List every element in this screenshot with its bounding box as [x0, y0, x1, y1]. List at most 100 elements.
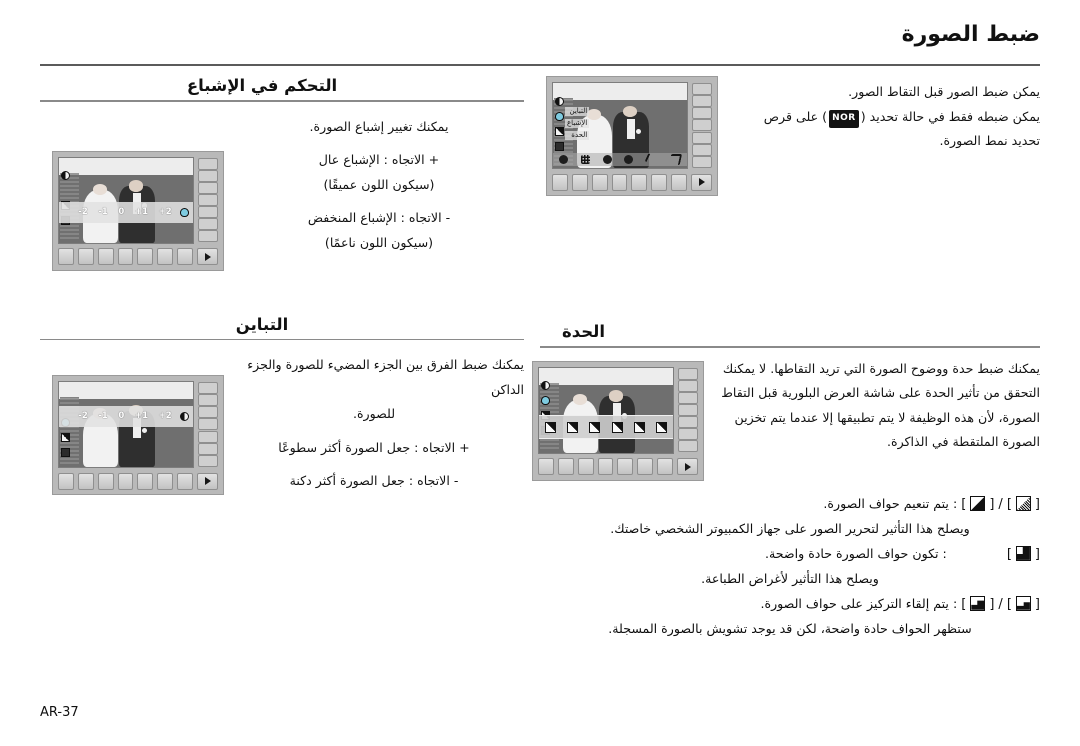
scale-value[interactable]: +1 [135, 411, 148, 421]
camera-side-buttons[interactable] [692, 82, 712, 169]
camera-side-buttons[interactable] [198, 157, 218, 244]
side-button[interactable] [692, 95, 712, 108]
flash-tab-icon[interactable] [624, 155, 634, 164]
menu-item-sharpness[interactable]: الحدة [565, 130, 590, 140]
bottom-button[interactable] [137, 248, 154, 265]
bottom-button[interactable] [557, 458, 574, 475]
bottom-button[interactable] [552, 173, 568, 191]
bottom-button[interactable] [97, 472, 114, 490]
bottom-button[interactable] [637, 458, 654, 475]
side-button[interactable] [692, 143, 712, 156]
sharpness-option-icon[interactable] [611, 421, 623, 433]
sharpness-icon[interactable] [555, 126, 564, 136]
side-button[interactable] [678, 403, 698, 416]
bottom-button[interactable] [157, 472, 174, 490]
bottom-button[interactable] [671, 173, 688, 191]
sharpness-option-icon[interactable] [544, 421, 556, 433]
side-button[interactable] [198, 181, 218, 194]
bottom-button[interactable] [657, 458, 674, 475]
side-button[interactable] [198, 406, 218, 419]
contrast-icon[interactable] [541, 381, 550, 391]
effect-tab-icon[interactable] [644, 153, 659, 166]
bottom-button[interactable] [77, 248, 94, 265]
side-button[interactable] [678, 367, 698, 380]
side-button[interactable] [198, 169, 218, 182]
side-button[interactable] [198, 442, 218, 455]
scale-value[interactable]: +1 [135, 207, 148, 217]
sharpness-option-icon[interactable] [633, 421, 645, 433]
bottom-button[interactable] [117, 248, 134, 265]
side-button[interactable] [198, 157, 218, 170]
contrast-value-bar[interactable]: -2 -1 0 +1 +2 [59, 405, 193, 427]
play-button[interactable] [677, 458, 698, 475]
side-button[interactable] [678, 391, 698, 404]
bottom-button-row[interactable] [552, 173, 688, 191]
side-button[interactable] [198, 382, 218, 394]
scale-value[interactable]: 0 [118, 411, 124, 421]
scale-value[interactable]: -2 [78, 207, 87, 217]
bottom-button-row[interactable] [58, 248, 194, 265]
contrast-icon[interactable] [555, 96, 564, 106]
sharpness-icon[interactable] [61, 432, 70, 442]
bottom-button[interactable] [611, 173, 628, 191]
saturation-icon[interactable] [555, 111, 564, 121]
bottom-button[interactable] [538, 458, 554, 475]
bottom-button[interactable] [157, 248, 174, 265]
scene-icon[interactable] [61, 447, 70, 457]
side-button[interactable] [198, 218, 218, 231]
bottom-button[interactable] [117, 472, 134, 490]
scale-value[interactable]: -2 [78, 411, 87, 421]
bottom-button-row[interactable] [58, 472, 194, 490]
side-button[interactable] [198, 418, 218, 431]
camera-side-buttons[interactable] [678, 367, 698, 454]
bottom-button-row[interactable] [538, 458, 674, 475]
bottom-button[interactable] [177, 248, 194, 265]
bottom-button[interactable] [137, 472, 154, 490]
side-button[interactable] [678, 428, 698, 441]
menu-item-saturation[interactable]: الإشباع [565, 118, 590, 128]
camera-side-buttons[interactable] [198, 381, 218, 468]
setup-tab-icon[interactable] [668, 154, 682, 165]
play-button[interactable] [691, 173, 712, 191]
scene-icon[interactable] [555, 141, 564, 151]
bottom-button[interactable] [77, 472, 94, 490]
timer-tab-icon[interactable] [602, 155, 612, 164]
saturation-value-bar[interactable]: -2 -1 0 +1 +2 [59, 201, 193, 223]
side-button[interactable] [692, 83, 712, 95]
menu-item-contrast[interactable]: التباين [565, 106, 590, 116]
saturation-icon[interactable] [541, 396, 550, 406]
side-button[interactable] [678, 379, 698, 392]
grid-tab-icon[interactable] [580, 155, 590, 164]
side-button[interactable] [198, 394, 218, 407]
side-button[interactable] [198, 206, 218, 219]
bottom-button[interactable] [651, 173, 668, 191]
scale-value[interactable]: 0 [118, 207, 124, 217]
play-button[interactable] [197, 472, 218, 490]
mode-tab-icon[interactable] [559, 155, 569, 164]
scale-value[interactable]: -1 [98, 207, 107, 217]
sharpness-option-icon[interactable] [566, 421, 578, 433]
side-button[interactable] [678, 416, 698, 429]
side-button[interactable] [198, 230, 218, 243]
side-button[interactable] [198, 193, 218, 206]
bottom-button[interactable] [617, 458, 634, 475]
bottom-button[interactable] [177, 472, 194, 490]
scale-value[interactable]: -1 [98, 411, 107, 421]
side-button[interactable] [692, 107, 712, 120]
bottom-button[interactable] [58, 248, 74, 265]
side-button[interactable] [198, 430, 218, 443]
side-button[interactable] [198, 454, 218, 467]
sharpness-option-icon[interactable] [656, 421, 668, 433]
scale-value[interactable]: +2 [159, 411, 172, 421]
sharpness-option-icon[interactable] [589, 421, 601, 433]
bottom-button[interactable] [97, 248, 114, 265]
contrast-icon[interactable] [61, 171, 70, 181]
bottom-button[interactable] [577, 458, 594, 475]
side-button[interactable] [692, 155, 712, 168]
bottom-button[interactable] [58, 472, 74, 490]
bottom-button[interactable] [631, 173, 648, 191]
side-button[interactable] [692, 131, 712, 144]
side-button[interactable] [678, 440, 698, 453]
scale-value[interactable]: +2 [159, 207, 172, 217]
bottom-button[interactable] [591, 173, 608, 191]
